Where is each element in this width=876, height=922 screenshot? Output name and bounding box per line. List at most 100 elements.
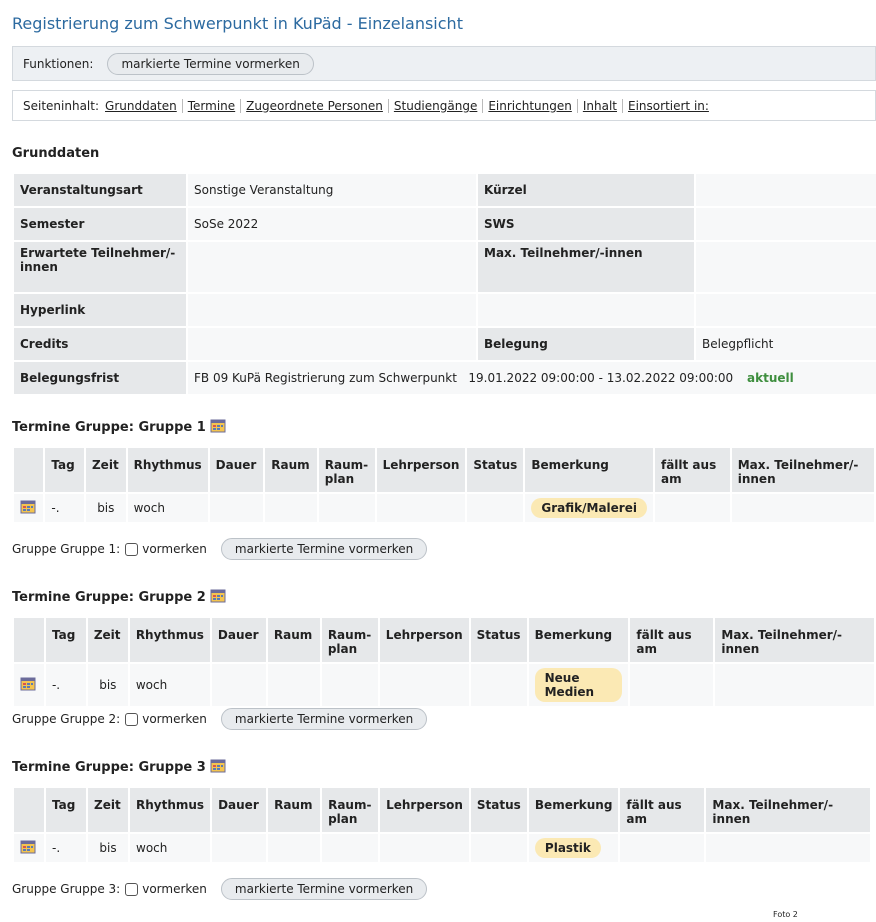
- cell-faellt: [620, 834, 705, 862]
- mark-appointments-button[interactable]: markierte Termine vormerken: [220, 878, 428, 900]
- label-hyperlink: Hyperlink: [14, 294, 186, 326]
- calendar-icon[interactable]: [210, 589, 226, 607]
- header-icon: [14, 788, 44, 832]
- label-credits: Credits: [14, 328, 186, 360]
- page-contents-label: Seiteninhalt:: [23, 98, 100, 113]
- cell-tag: -.: [46, 834, 86, 862]
- nav-link-einsortiert[interactable]: Einsortiert in:: [622, 98, 714, 113]
- header-raumplan: Raum-plan: [322, 788, 379, 832]
- header-bemerkung: Bemerkung: [528, 788, 619, 832]
- header-bemerkung: Bemerkung: [525, 448, 653, 492]
- header-faellt: fällt aus am: [620, 788, 705, 832]
- header-rhythmus: Rhythmus: [127, 448, 208, 492]
- mark-appointments-button[interactable]: markierte Termine vormerken: [220, 538, 428, 560]
- calendar-icon[interactable]: [14, 834, 44, 862]
- calendar-icon[interactable]: [210, 419, 226, 437]
- cell-raum: [267, 664, 320, 706]
- mark-appointments-button[interactable]: markierte Termine vormerken: [107, 52, 314, 75]
- cell-bemerkung: Neue Medien: [528, 664, 629, 706]
- value-hyperlink: [188, 294, 476, 326]
- group-footer: Gruppe Gruppe 1: vormerken markierte Termi…: [12, 538, 428, 560]
- group-heading: Termine Gruppe: Gruppe 3: [12, 758, 226, 777]
- header-max: Max. Teilnehmer/-innen: [706, 788, 871, 832]
- frist-dates: 19.01.2022 09:00:00 - 13.02.2022 09:00:0…: [468, 371, 734, 385]
- header-faellt: fällt aus am: [630, 618, 714, 662]
- vormerken-checkbox[interactable]: [125, 882, 139, 896]
- header-zeit: Zeit: [88, 788, 128, 832]
- header-icon: [14, 448, 44, 492]
- cell-status: [470, 834, 527, 862]
- nav-link-personen[interactable]: Zugeordnete Personen: [240, 98, 388, 113]
- cell-status: [470, 664, 527, 706]
- nav-link-inhalt[interactable]: Inhalt: [576, 98, 622, 113]
- value-belegungsfrist: FB 09 KuPä Registrierung zum Schwerpunkt…: [188, 362, 876, 394]
- vormerken-checkbox[interactable]: [125, 542, 139, 556]
- value-sws: [696, 208, 876, 240]
- value-erwartete: [188, 242, 476, 292]
- header-raum: Raum: [267, 618, 320, 662]
- cell-lehrperson: [376, 494, 466, 522]
- vormerken-checkbox[interactable]: [125, 712, 139, 726]
- cell-zeit: bis: [88, 834, 128, 862]
- group-heading-text: Termine Gruppe: Gruppe 2: [12, 590, 206, 605]
- label-semester: Semester: [14, 208, 186, 240]
- frist-name: FB 09 KuPä Registrierung zum Schwerpunkt: [194, 371, 457, 385]
- cell-dauer: [212, 834, 267, 862]
- label-veranstaltungsart: Veranstaltungsart: [14, 174, 186, 206]
- header-dauer: Dauer: [212, 788, 267, 832]
- cell-rhythmus: woch: [127, 494, 208, 522]
- header-status: Status: [470, 788, 527, 832]
- group-heading: Termine Gruppe: Gruppe 1: [12, 418, 226, 437]
- header-lehrperson: Lehrperson: [376, 448, 466, 492]
- cell-tag: -.: [45, 494, 84, 522]
- header-dauer: Dauer: [211, 618, 266, 662]
- nav-link-studiengaenge[interactable]: Studiengänge: [387, 98, 482, 113]
- group-footer: Gruppe Gruppe 2: vormerken markierte Termi…: [12, 708, 428, 730]
- label-erwartete: Erwartete Teilnehmer/-innen: [14, 242, 186, 292]
- header-zeit: Zeit: [85, 448, 126, 492]
- termine-table: Tag Zeit Rhythmus Dauer Raum Raum-plan Lehrper…: [12, 616, 876, 708]
- cell-max: [731, 494, 874, 522]
- value-kuerzel: [696, 174, 876, 206]
- header-status: Status: [470, 618, 527, 662]
- header-bemerkung: Bemerkung: [528, 618, 629, 662]
- group-heading: Termine Gruppe: Gruppe 2: [12, 588, 226, 607]
- photo-caption: Foto 2: [773, 910, 798, 919]
- header-zeit: Zeit: [87, 618, 128, 662]
- header-raum: Raum: [268, 788, 321, 832]
- functions-label: Funktionen:: [23, 56, 94, 71]
- nav-link-grunddaten[interactable]: Grunddaten: [105, 99, 182, 113]
- header-max: Max. Teilnehmer/-innen: [715, 618, 874, 662]
- bemerkung-badge: Neue Medien: [534, 668, 623, 702]
- calendar-icon[interactable]: [14, 664, 44, 706]
- cell-max: [715, 664, 874, 706]
- group-heading-text: Termine Gruppe: Gruppe 1: [12, 420, 206, 435]
- value-semester: SoSe 2022: [188, 208, 476, 240]
- nav-link-termine[interactable]: Termine: [181, 98, 240, 113]
- vormerken-label: vormerken: [142, 542, 207, 556]
- cell-rhythmus: woch: [130, 834, 211, 862]
- cell-dauer: [209, 494, 264, 522]
- page-contents-nav: Seiteninhalt: Grunddaten Termine Zugeord…: [12, 90, 876, 121]
- value-max-teilnehmer: [696, 242, 876, 292]
- cell-max: [706, 834, 871, 862]
- cell-faellt: [654, 494, 730, 522]
- functions-bar: Funktionen: markierte Termine vormerken: [12, 46, 876, 81]
- frist-status: aktuell: [747, 371, 794, 385]
- cell-tag: -.: [45, 664, 86, 706]
- nav-link-einrichtungen[interactable]: Einrichtungen: [482, 98, 577, 113]
- cell-lehrperson: [379, 664, 469, 706]
- vormerken-label: vormerken: [142, 882, 207, 896]
- mark-appointments-button[interactable]: markierte Termine vormerken: [220, 708, 428, 730]
- cell-raumplan: [321, 664, 378, 706]
- cell-raumplan: [318, 494, 375, 522]
- header-rhythmus: Rhythmus: [129, 618, 210, 662]
- cell-zeit: bis: [85, 494, 126, 522]
- page-title: Registrierung zum Schwerpunkt in KuPäd -…: [12, 14, 463, 33]
- value-credits: [188, 328, 476, 360]
- calendar-icon[interactable]: [210, 759, 226, 777]
- cell-bemerkung: Plastik: [528, 834, 619, 862]
- calendar-icon[interactable]: [14, 494, 44, 522]
- group-heading-text: Termine Gruppe: Gruppe 3: [12, 760, 206, 775]
- table-row: -. bis woch Neue Medien: [14, 664, 874, 706]
